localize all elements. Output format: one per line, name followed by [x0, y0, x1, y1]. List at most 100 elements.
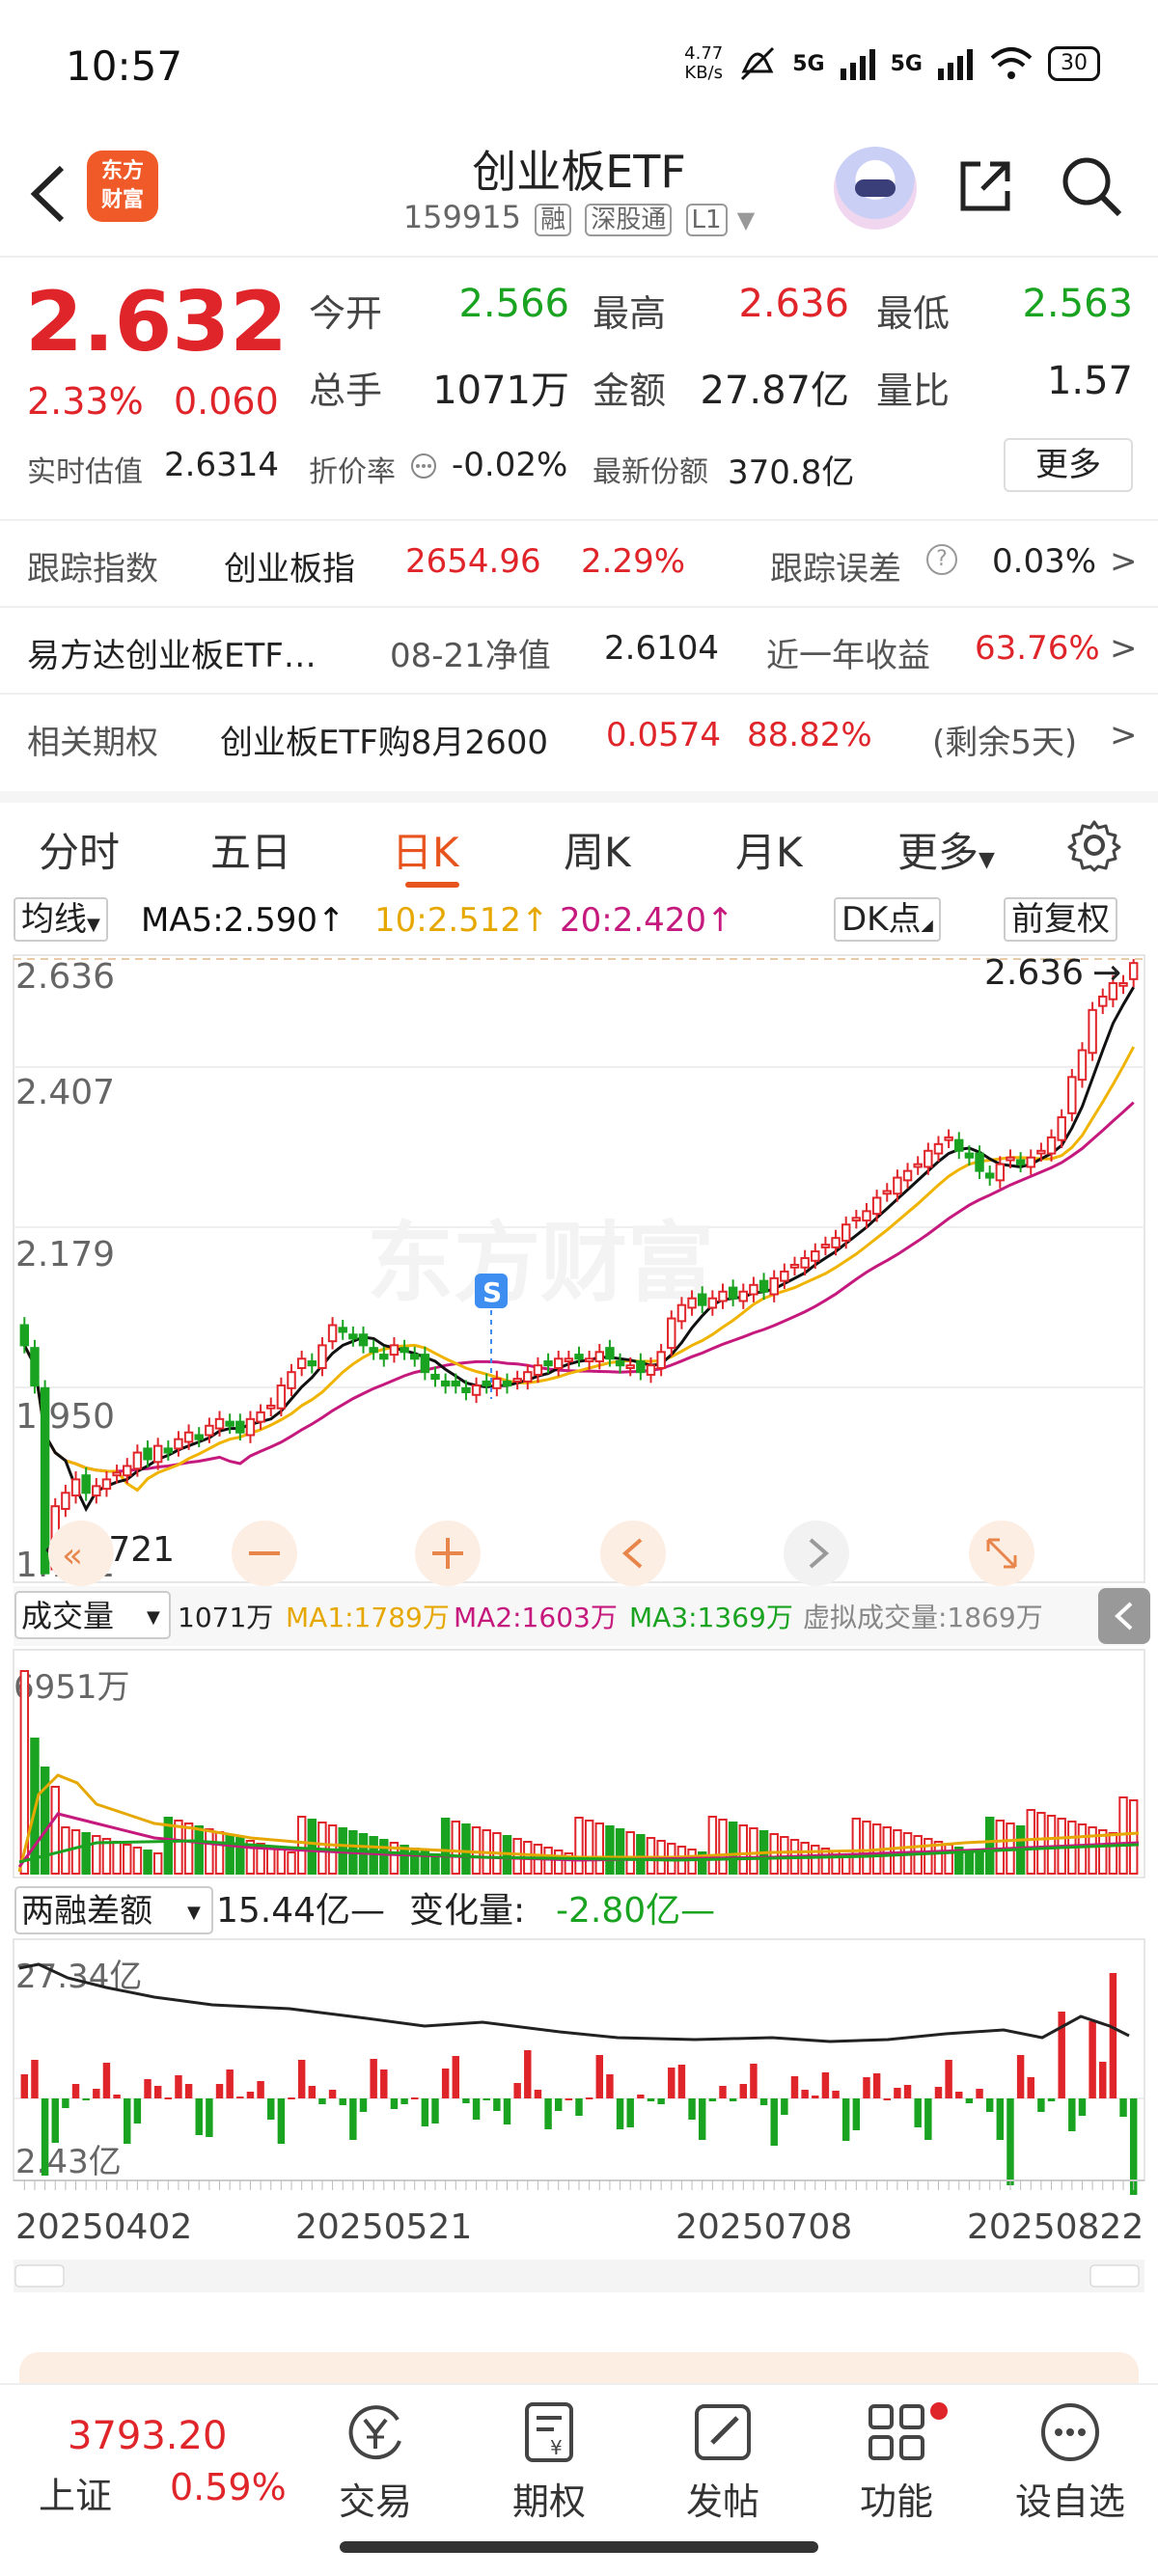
margin-bar: [1078, 2098, 1087, 2116]
tab-weekly-k[interactable]: 周K: [564, 820, 631, 879]
volume-label: 成交量: [21, 1598, 114, 1634]
candle: [296, 1357, 307, 1370]
tab-intraday[interactable]: 分时: [39, 820, 120, 879]
candle: [369, 1347, 378, 1354]
year-return-value: 63.76%: [975, 629, 1100, 668]
k-line-chart[interactable]: 东方财富 2.636 2.407 2.179 1.950 1.721 2.636…: [0, 945, 1158, 2296]
volume-bar: [1026, 1809, 1035, 1875]
nav-trade[interactable]: 交易: [313, 2398, 438, 2525]
gear-icon[interactable]: [1067, 818, 1121, 872]
volume-bar: [471, 1826, 482, 1875]
low-label: 最低: [876, 292, 951, 335]
caret-down-icon: ▼: [87, 915, 100, 935]
max-arrow: →: [1092, 953, 1121, 993]
scroll-track[interactable]: [14, 2260, 1144, 2292]
search-icon[interactable]: [1060, 154, 1123, 218]
dropdown-icon[interactable]: ▼: [737, 206, 755, 233]
chevron-right-icon-2: >: [1110, 629, 1138, 668]
margin-bar: [934, 2087, 943, 2098]
tag-connect: 深股通: [585, 204, 673, 236]
collapse-panel-button[interactable]: [1098, 1588, 1150, 1644]
pan-left-button[interactable]: [600, 1521, 666, 1586]
margin-bar: [924, 2098, 932, 2140]
tab-monthly-k[interactable]: 月K: [735, 820, 803, 879]
high-value: 2.636: [738, 282, 849, 326]
tab-more-label: 更多: [897, 829, 979, 876]
status-bar: 10:57 4.77 KB/s 5G 5G 30: [0, 0, 1158, 135]
more-button[interactable]: 更多: [1004, 438, 1133, 492]
volume-bar: [152, 1852, 163, 1875]
margin-bottom-label: 2.43亿: [15, 2143, 122, 2181]
volume-bar: [440, 1818, 451, 1875]
volume-bar: [183, 1822, 194, 1875]
candle: [964, 1152, 975, 1159]
tracking-row[interactable]: 跟踪指数 创业板指 2654.96 2.29% 跟踪误差 ? 0.03% >: [0, 519, 1158, 606]
tab-five-day[interactable]: 五日: [210, 820, 291, 879]
scroll-handle-left[interactable]: [14, 2264, 65, 2288]
candle: [605, 1347, 615, 1360]
candle: [389, 1344, 400, 1357]
track-name: 创业板指: [224, 550, 355, 589]
premium-value: -0.02%: [452, 446, 568, 484]
fund-row[interactable]: 易方达创业板ETF… 08-21净值 2.6104 近一年收益 63.76% >: [0, 606, 1158, 693]
status-time: 10:57: [66, 42, 183, 90]
candle: [183, 1431, 194, 1443]
nav-options[interactable]: ¥ 期权: [486, 2398, 612, 2525]
info-icon[interactable]: [409, 452, 438, 480]
signal-icon-2: [938, 49, 973, 80]
margin-bar: [534, 2090, 542, 2098]
margin-bar: [503, 2098, 511, 2124]
adjust-button[interactable]: 前复权: [1004, 897, 1117, 942]
volume-bar: [553, 1850, 564, 1875]
date-axis-ticks: [23, 2180, 1135, 2190]
margin-bar: [976, 2089, 983, 2098]
margin-bar: [883, 2098, 891, 2100]
candle: [841, 1223, 851, 1242]
margin-bar: [215, 2084, 224, 2098]
volume-bar: [276, 1849, 287, 1875]
pan-right-button[interactable]: [784, 1521, 849, 1586]
nav-post[interactable]: 发帖: [660, 2398, 786, 2525]
volume-bar: [1046, 1815, 1057, 1875]
volume-bar: [964, 1850, 975, 1875]
margin-bar: [759, 2098, 768, 2105]
margin-bar: [41, 2098, 49, 2176]
nav-functions[interactable]: 功能: [834, 2398, 959, 2525]
period-tabs: 分时 五日 日K 周K 月K 更多▼: [0, 791, 1158, 888]
margin-bar: [236, 2096, 244, 2098]
help-icon[interactable]: ?: [926, 544, 957, 575]
ma-selector[interactable]: 均线▼: [14, 897, 108, 942]
margin-bar: [472, 2098, 481, 2120]
margin-bar: [821, 2072, 830, 2098]
fund-name: 易方达创业板ETF…: [27, 637, 317, 675]
nav-add-watchlist[interactable]: 设自选: [1007, 2398, 1133, 2525]
scroll-handle-right[interactable]: [1089, 2264, 1140, 2288]
volume-bar: [1128, 1799, 1139, 1875]
volume-bar: [984, 1817, 995, 1875]
tab-daily-k[interactable]: 日K: [392, 820, 459, 879]
candle: [1088, 1008, 1097, 1055]
candle: [502, 1380, 512, 1387]
candle: [523, 1371, 533, 1383]
candle: [358, 1333, 369, 1347]
dk-point-button[interactable]: DK点◢: [834, 897, 941, 942]
candle: [276, 1384, 287, 1410]
option-row[interactable]: 相关期权 创业板ETF购8月2600 0.0574 88.82% (剩余5天) …: [0, 693, 1158, 780]
ma5-value: MA5:2.590↑: [141, 901, 345, 940]
est-value: 2.6314: [164, 446, 279, 484]
tab-more[interactable]: 更多▼: [897, 820, 995, 879]
volume-bar: [451, 1821, 461, 1875]
open-label: 今开: [309, 292, 383, 335]
candle: [132, 1451, 143, 1470]
share-icon[interactable]: [955, 156, 1015, 216]
volume-bar: [811, 1845, 820, 1875]
robot-assistant-icon[interactable]: [834, 147, 917, 230]
margin-bar: [698, 2098, 706, 2140]
margin-bar: [595, 2055, 604, 2098]
margin-bar: [1099, 2062, 1107, 2098]
candle: [636, 1360, 646, 1374]
candle: [954, 1138, 964, 1152]
ratio-value: 1.57: [1046, 359, 1133, 403]
candle: [851, 1217, 862, 1222]
volume-bar: [296, 1816, 307, 1875]
